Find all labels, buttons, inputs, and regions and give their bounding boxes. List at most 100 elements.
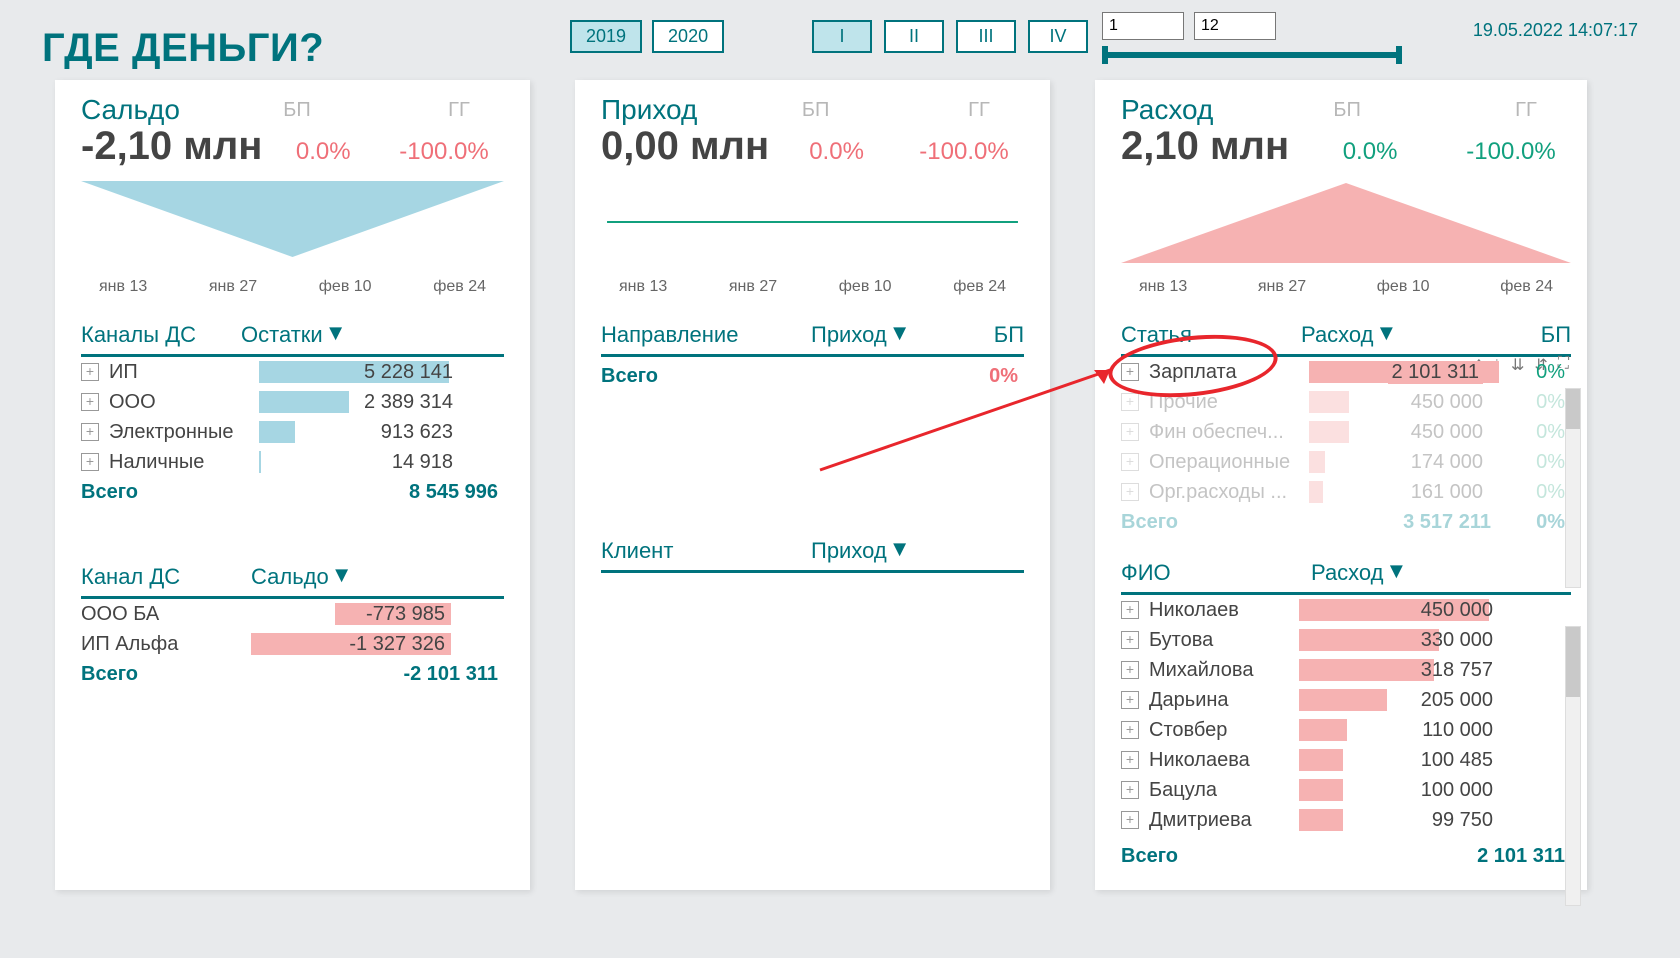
axis-tick: фев 10: [1377, 278, 1430, 296]
table-row[interactable]: + Николаева 100 485: [1121, 745, 1571, 775]
saldo-bp-pct: 0.0%: [263, 138, 383, 166]
table-row[interactable]: + Зарплата 2 101 311 0%: [1121, 357, 1571, 387]
col-bp[interactable]: БП: [1431, 322, 1571, 348]
table-row[interactable]: + Михайлова 318 757: [1121, 655, 1571, 685]
table-row[interactable]: + Дарьина 205 000: [1121, 685, 1571, 715]
expand-icon[interactable]: +: [81, 363, 99, 381]
month-from-input[interactable]: [1102, 12, 1184, 40]
col-direction[interactable]: Направление: [601, 322, 811, 348]
table-row[interactable]: + Электронные 913 623: [81, 417, 504, 447]
year-selector: 2019 2020: [570, 20, 724, 53]
total-value: 8 545 996: [271, 481, 504, 504]
axis-tick: фев 24: [1500, 278, 1553, 296]
bar-cell: 100 000: [1299, 777, 1499, 803]
expand-icon[interactable]: +: [1121, 363, 1139, 381]
saldo-channels-table: Каналы ДС Остатки▼ + ИП 5 228 141 + ООО …: [81, 322, 504, 504]
expand-icon[interactable]: +: [1121, 661, 1139, 679]
year-2020[interactable]: 2020: [652, 20, 724, 53]
col-person[interactable]: ФИО: [1121, 560, 1311, 586]
row-value: 100 485: [1421, 749, 1493, 772]
month-slider[interactable]: [1102, 52, 1402, 58]
year-2019[interactable]: 2019: [570, 20, 642, 53]
table-row[interactable]: + Николаев 450 000: [1121, 595, 1571, 625]
total-label: Всего: [601, 365, 811, 388]
table-row[interactable]: + Наличные 14 918: [81, 447, 504, 477]
bar-cell: 99 750: [1299, 807, 1499, 833]
quarter-4[interactable]: IV: [1028, 20, 1088, 53]
table-row[interactable]: + Фин обеспеч... 450 000 0%: [1121, 417, 1571, 447]
bar-cell: 14 918: [259, 449, 459, 475]
expand-icon[interactable]: +: [1121, 721, 1139, 739]
sort-desc-icon: ▼: [1376, 320, 1398, 345]
table-row[interactable]: ИП Альфа -1 327 326: [81, 629, 504, 659]
col-client[interactable]: Клиент: [601, 538, 811, 564]
expand-icon[interactable]: +: [1121, 691, 1139, 709]
expand-icon[interactable]: +: [1121, 811, 1139, 829]
panel-saldo: Сальдо БП ГГ -2,10 млн 0.0% -100.0% янв …: [55, 80, 530, 890]
table-row[interactable]: + Орг.расходы ... 161 000 0%: [1121, 477, 1571, 507]
table-row[interactable]: + Бацула 100 000: [1121, 775, 1571, 805]
expand-icon[interactable]: +: [1121, 453, 1139, 471]
expand-icon[interactable]: +: [1121, 423, 1139, 441]
row-value: 318 757: [1421, 659, 1493, 682]
expand-icon[interactable]: +: [1121, 393, 1139, 411]
col-income[interactable]: Приход▼: [811, 322, 931, 348]
expand-icon[interactable]: +: [1121, 631, 1139, 649]
expand-icon[interactable]: +: [1121, 751, 1139, 769]
col-saldo[interactable]: Сальдо▼: [251, 564, 353, 590]
income-axis: янв 13 янв 27 фев 10 фев 24: [601, 272, 1024, 296]
row-label: Михайлова: [1149, 659, 1299, 682]
month-to-input[interactable]: [1194, 12, 1276, 40]
row-label: Прочие: [1149, 391, 1309, 414]
bar-cell: -1 327 326: [251, 631, 451, 657]
row-label: Электронные: [109, 421, 259, 444]
table-row[interactable]: + ИП 5 228 141: [81, 357, 504, 387]
bar-cell: 330 000: [1299, 627, 1499, 653]
col-channel[interactable]: Канал ДС: [81, 564, 251, 590]
total-value: 3 517 211: [1321, 511, 1491, 534]
row-value: 205 000: [1421, 689, 1493, 712]
bar-cell: 110 000: [1299, 717, 1499, 743]
row-pct: 0%: [1489, 451, 1571, 474]
col-income2[interactable]: Приход▼: [811, 538, 910, 564]
row-label: Николаев: [1149, 599, 1299, 622]
col-channels[interactable]: Каналы ДС: [81, 322, 241, 348]
row-label: ИП Альфа: [81, 633, 251, 656]
expand-icon[interactable]: +: [81, 423, 99, 441]
table-row[interactable]: + ООО 2 389 314: [81, 387, 504, 417]
scrollbar[interactable]: [1565, 626, 1581, 906]
expense-chart: [1121, 177, 1571, 267]
row-value: 161 000: [1411, 481, 1483, 504]
expense-gg-label: ГГ: [1481, 99, 1571, 122]
row-label: Дмитриева: [1149, 809, 1299, 832]
scrollbar[interactable]: [1565, 388, 1581, 588]
row-value: -1 327 326: [349, 633, 445, 656]
col-bp[interactable]: БП: [931, 322, 1024, 348]
row-label: ООО: [109, 391, 259, 414]
expand-icon[interactable]: +: [1121, 601, 1139, 619]
row-value: 2 389 314: [364, 391, 453, 414]
expense-axis: янв 13 янв 27 фев 10 фев 24: [1121, 272, 1571, 296]
expand-icon[interactable]: +: [81, 453, 99, 471]
table-row[interactable]: + Прочие 450 000 0%: [1121, 387, 1571, 417]
income-gg-pct: -100.0%: [904, 138, 1024, 166]
bar-cell: 318 757: [1299, 657, 1499, 683]
col-category[interactable]: Статья: [1121, 322, 1301, 348]
col-expense2[interactable]: Расход▼: [1311, 560, 1407, 586]
table-row[interactable]: + Операционные 174 000 0%: [1121, 447, 1571, 477]
quarter-1[interactable]: I: [812, 20, 872, 53]
table-row[interactable]: + Стовбер 110 000: [1121, 715, 1571, 745]
expand-icon[interactable]: +: [1121, 781, 1139, 799]
table-row[interactable]: ООО БА -773 985: [81, 599, 504, 629]
row-label: Дарьина: [1149, 689, 1299, 712]
row-value: 110 000: [1422, 719, 1493, 742]
expand-icon[interactable]: +: [81, 393, 99, 411]
table-row[interactable]: + Дмитриева 99 750: [1121, 805, 1571, 835]
col-balances[interactable]: Остатки▼: [241, 322, 346, 348]
quarter-2[interactable]: II: [884, 20, 944, 53]
quarter-3[interactable]: III: [956, 20, 1016, 53]
expand-icon[interactable]: +: [1121, 483, 1139, 501]
axis-tick: янв 27: [1258, 278, 1306, 296]
col-expense[interactable]: Расход▼: [1301, 322, 1431, 348]
table-row[interactable]: + Бутова 330 000: [1121, 625, 1571, 655]
